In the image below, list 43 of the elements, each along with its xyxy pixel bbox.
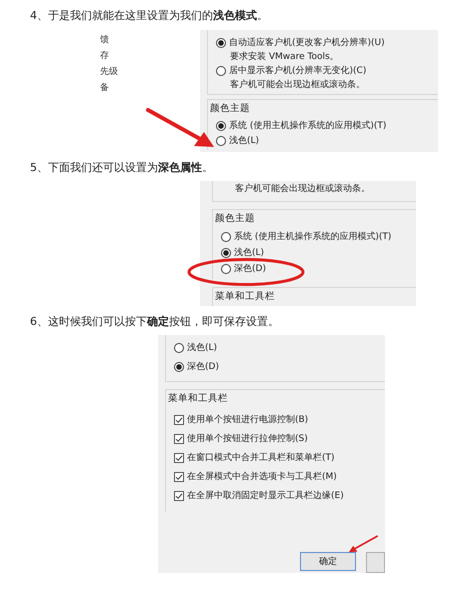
option-label: 浅色(L) [229, 134, 260, 147]
radio-button[interactable] [174, 342, 184, 352]
checkbox[interactable] [174, 490, 184, 500]
group-title: 菜单和工具栏 [168, 392, 228, 405]
radio-button[interactable] [221, 264, 231, 274]
checkbox[interactable] [174, 452, 184, 462]
radio-button[interactable] [221, 232, 231, 242]
radio-button[interactable] [174, 362, 184, 372]
step-text: 4、于是我们就能在这里设置为我们的浅色模式。 [29, 8, 269, 24]
sidebar-item: 备 [100, 82, 109, 94]
step-text: 5、下面我们还可以设置为深色属性。 [29, 160, 214, 176]
option-label: 居中显示客户机(分辨率无变化)(C) [229, 64, 366, 77]
radio-button[interactable] [216, 66, 226, 76]
option-label: 在全屏模式中合并选项卡与工具栏(M) [187, 470, 337, 483]
option-label: 浅色(L) [234, 246, 264, 259]
option-label: 使用单个按钮进行拉伸控制(S) [187, 432, 308, 445]
radio-button[interactable] [216, 136, 226, 146]
option-label: 自动适应客户机(更改客户机分辨率)(U) [229, 36, 385, 49]
step-text: 6、这时候我们可以按下确定按钮，即可保存设置。 [29, 314, 280, 330]
radio-button[interactable] [221, 248, 231, 258]
hint-text: 客户机可能会出现边框或滚动条。 [229, 78, 366, 91]
option-label: 浅色(L) [187, 342, 218, 354]
sidebar-item: 存 [100, 50, 109, 62]
radio-button[interactable] [216, 38, 226, 48]
option-label: 在全屏中取消固定时显示工具栏边缘(E) [187, 490, 344, 502]
option-label: 系统 (使用主机操作系统的应用模式)(T) [234, 230, 392, 243]
group-title: 菜单和工具栏 [215, 290, 275, 303]
option-label: 系统 (使用主机操作系统的应用模式)(T) [229, 120, 386, 132]
option-label: 深色(D) [187, 360, 219, 373]
sidebar-item: 先级 [100, 66, 118, 78]
option-label: 深色(D) [234, 262, 266, 275]
option-label: 在窗口模式中合并工具栏和菜单栏(T) [187, 452, 335, 464]
hint-text: 客户机可能会出现边框或滚动条。 [234, 182, 371, 195]
checkbox[interactable] [174, 472, 184, 482]
checkbox[interactable] [174, 414, 184, 424]
group-title: 颜色主题 [210, 102, 250, 115]
group-title: 颜色主题 [215, 212, 255, 225]
ok-button[interactable]: 确定 [300, 552, 356, 571]
checkbox[interactable] [174, 434, 184, 444]
option-label: 使用单个按钮进行电源控制(B) [187, 414, 308, 426]
radio-button[interactable] [216, 120, 226, 130]
hint-text: 要求安装 VMware Tools。 [229, 50, 340, 63]
sidebar-item: 馈 [100, 34, 109, 46]
